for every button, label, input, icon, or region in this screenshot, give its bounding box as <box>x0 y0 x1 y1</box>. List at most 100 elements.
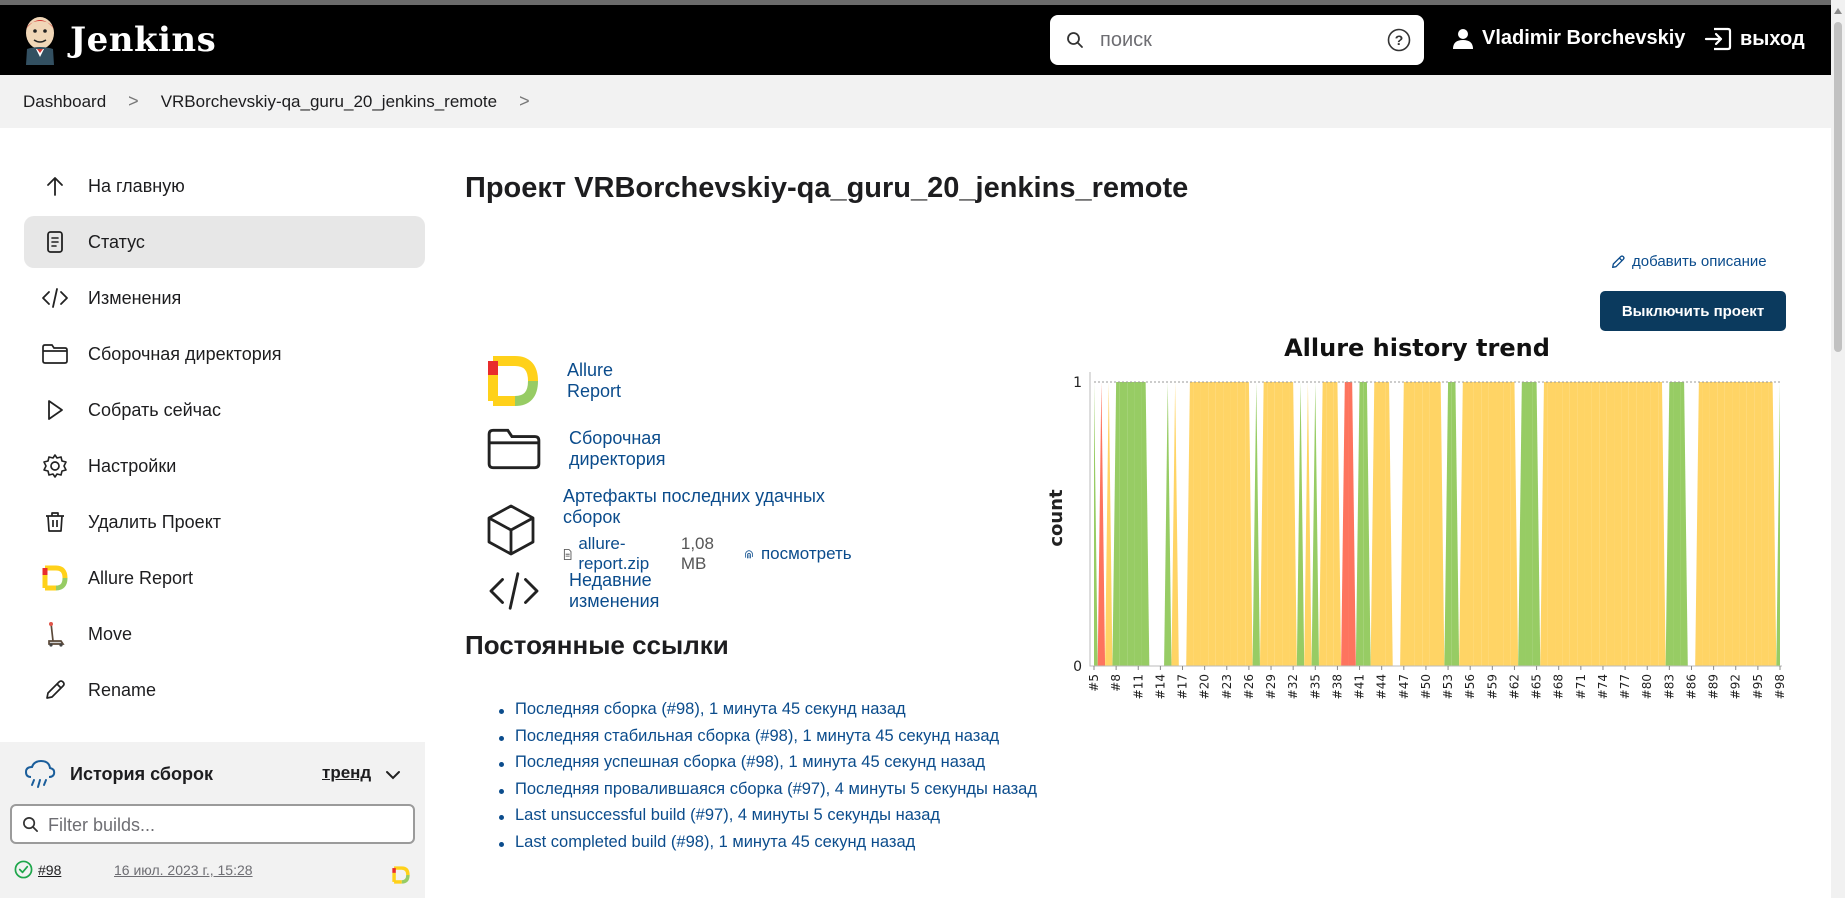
x-tick-label: #38 <box>1330 674 1344 699</box>
sidebar-item-changes[interactable]: Изменения <box>24 272 425 324</box>
recent-changes-row: Недавние изменения <box>485 562 659 620</box>
area-segment-broken <box>1614 382 1622 666</box>
area-segment-broken <box>1274 382 1283 666</box>
area-segment-broken <box>1304 382 1312 666</box>
sidebar-item-build-now[interactable]: Собрать сейчас <box>24 384 425 436</box>
area-segment-failed <box>1097 382 1106 666</box>
workspace-link[interactable]: Сборочная директория <box>569 428 666 470</box>
chart-title: Allure history trend <box>1284 334 1550 362</box>
x-tick-label: #80 <box>1640 674 1654 699</box>
permalinks-list: Последняя сборка (#98), 1 минута 45 секу… <box>499 700 1037 860</box>
recent-changes-link[interactable]: Недавние изменения <box>569 570 659 612</box>
area-segment-broken <box>1245 382 1253 666</box>
trend-link[interactable]: тренд <box>322 763 371 783</box>
sidebar-item-label: На главную <box>88 175 185 196</box>
area-segment-broken <box>1577 382 1585 666</box>
area-segment-broken <box>1746 382 1755 666</box>
allure-report-link[interactable]: Allure Report <box>567 360 623 402</box>
area-segment-passed <box>1296 382 1305 666</box>
permalink-last-completed[interactable]: Last completed build (#98), 1 минута 45 … <box>499 833 1037 860</box>
permalink-last-stable[interactable]: Последняя стабильная сборка (#98), 1 мин… <box>499 727 1037 754</box>
artifacts-link[interactable]: Артефакты последних удачных сборок <box>563 486 852 528</box>
area-segment-broken <box>1230 382 1238 666</box>
x-tick-label: #29 <box>1264 674 1278 699</box>
filter-builds-input[interactable] <box>48 813 398 837</box>
chevron-right-icon[interactable]: > <box>519 91 530 112</box>
code-icon <box>485 562 543 620</box>
area-segment-broken <box>1377 382 1386 666</box>
permalink-last-build[interactable]: Последняя сборка (#98), 1 минута 45 секу… <box>499 700 1037 727</box>
permalink-last-successful[interactable]: Последняя успешная сборка (#98), 1 минут… <box>499 753 1037 780</box>
help-icon[interactable]: ? <box>1387 28 1411 52</box>
x-tick-label: #50 <box>1419 674 1433 699</box>
permalink-last-failed[interactable]: Последняя провалившаяся сборка (#97), 4 … <box>499 780 1037 807</box>
breadcrumb-dashboard[interactable]: Dashboard <box>23 92 106 112</box>
sidebar-item-status[interactable]: Статус <box>24 216 425 268</box>
folder-icon <box>485 420 543 478</box>
search-box[interactable]: ? <box>1050 15 1424 65</box>
scrollbar[interactable] <box>1831 0 1845 898</box>
area-segment-broken <box>1628 382 1637 666</box>
area-segment-passed <box>1311 382 1319 666</box>
sidebar-item-delete-project[interactable]: Удалить Проект <box>24 496 425 548</box>
allure-icon[interactable] <box>392 866 410 884</box>
x-tick-label: #20 <box>1198 674 1212 699</box>
x-tick-label: #89 <box>1707 674 1721 699</box>
artifact-view-link[interactable]: посмотреть <box>761 544 852 564</box>
x-tick-label: #53 <box>1441 674 1455 699</box>
area-segment-broken <box>1754 382 1762 666</box>
logout-icon <box>1704 27 1732 51</box>
jenkins-logo[interactable]: Jenkins <box>22 15 216 65</box>
document-icon <box>40 227 70 257</box>
pencil-icon <box>40 675 70 705</box>
area-segment-broken <box>1488 382 1497 666</box>
filter-builds-box[interactable] <box>10 804 415 844</box>
user-menu[interactable]: Vladimir Borchevskiy <box>1452 27 1685 50</box>
chevron-right-icon[interactable]: > <box>128 91 139 112</box>
sidebar-item-rename[interactable]: Rename <box>24 664 425 716</box>
play-icon <box>40 395 70 425</box>
x-tick-label: #35 <box>1308 674 1322 699</box>
disable-project-button[interactable]: Выключить проект <box>1600 291 1786 331</box>
search-input[interactable] <box>1100 25 1370 55</box>
gear-icon <box>40 451 70 481</box>
x-tick-label: #26 <box>1242 674 1256 699</box>
add-description-link[interactable]: добавить описание <box>1610 253 1767 270</box>
build-history-header: История сборок тренд <box>24 754 425 794</box>
sidebar-item-allure-report[interactable]: Allure Report <box>24 552 425 604</box>
svg-text:?: ? <box>1395 32 1404 48</box>
sidebar-item-settings[interactable]: Настройки <box>24 440 425 492</box>
breadcrumb-project[interactable]: VRBorchevskiy-qa_guru_20_jenkins_remote <box>161 92 497 112</box>
area-segment-passed <box>1363 382 1371 666</box>
x-tick-label: #8 <box>1109 674 1123 692</box>
page-header: Jenkins ? Vladimir Borchevskiy выход <box>0 5 1845 75</box>
area-segment-broken <box>1540 382 1548 666</box>
code-icon <box>40 283 70 313</box>
allure-history-trend-chart[interactable]: 0 1 #5 #8 #11 #14 #17 #20 #23 #26 #29 #32 #35 #38 #41 #… <box>1040 330 1800 710</box>
sidebar-item-label: Настройки <box>88 455 177 476</box>
area-segment-broken <box>1282 382 1290 666</box>
area-segment-passed <box>1518 382 1526 666</box>
build-number-link[interactable]: #98 <box>38 862 61 878</box>
package-icon <box>485 501 537 559</box>
x-tick-label: #23 <box>1220 674 1234 699</box>
area-segment-passed <box>1094 382 1098 666</box>
permalink-last-unsuccessful[interactable]: Last unsuccessful build (#97), 4 минуты … <box>499 806 1037 833</box>
sidebar-item-label: Rename <box>88 679 157 700</box>
fingerprint-icon[interactable] <box>743 545 755 563</box>
area-segment-broken <box>1547 382 1556 666</box>
sidebar-item-home[interactable]: На главную <box>24 160 425 212</box>
area-segment-broken <box>1385 382 1393 666</box>
build-date-link[interactable]: 16 июл. 2023 г., 15:28 <box>114 862 253 878</box>
artifact-size: 1,08 MB <box>680 534 714 573</box>
area-segment-broken <box>1606 382 1615 666</box>
x-tick-label: #59 <box>1485 674 1499 699</box>
allure-report-row: Allure Report <box>485 352 623 410</box>
area-segment-broken <box>1193 382 1201 666</box>
success-check-icon <box>14 860 33 879</box>
chevron-down-icon[interactable] <box>382 764 404 786</box>
sidebar-item-move[interactable]: Move <box>24 608 425 660</box>
sidebar-item-workspace[interactable]: Сборочная директория <box>24 328 425 380</box>
build-row[interactable]: #98 16 июл. 2023 г., 15:28 <box>14 860 414 890</box>
logout-button[interactable]: выход <box>1704 27 1805 51</box>
